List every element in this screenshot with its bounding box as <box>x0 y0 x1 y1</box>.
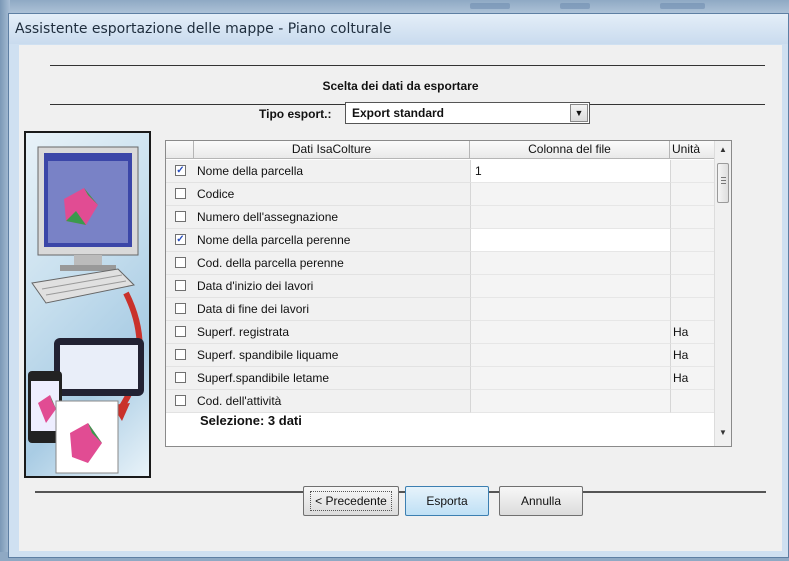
row-checkbox[interactable] <box>175 211 186 222</box>
row-file-column-input[interactable]: 1 <box>470 160 670 183</box>
table-row[interactable]: Cod. della parcella perenne <box>166 252 715 275</box>
row-unit: Ha <box>670 321 715 344</box>
row-file-column-input[interactable] <box>470 298 670 321</box>
scroll-down-icon[interactable]: ▼ <box>715 425 731 441</box>
table-row[interactable]: Codice <box>166 183 715 206</box>
selection-count: Selezione: 3 dati <box>200 413 302 428</box>
column-header-data[interactable]: Dati IsaColture <box>194 141 470 159</box>
row-checkbox-cell <box>166 206 194 229</box>
row-unit <box>670 252 715 275</box>
row-file-column-input[interactable] <box>470 252 670 275</box>
row-data-name: Superf.spandibile letame <box>194 367 470 390</box>
export-button[interactable]: Esporta <box>405 486 489 516</box>
cancel-button[interactable]: Annulla <box>499 486 583 516</box>
export-type-value: Export standard <box>352 106 445 120</box>
scrollbar-thumb[interactable] <box>717 163 729 203</box>
export-button-label: Esporta <box>426 494 468 508</box>
row-checkbox[interactable] <box>175 303 186 314</box>
checkbox-checked-icon[interactable]: ✓ <box>175 165 186 176</box>
section-title: Scelta dei dati da esportare <box>322 79 479 93</box>
data-grid: Dati IsaColture Colonna del file Unità ✓… <box>165 140 732 447</box>
row-checkbox-cell <box>166 252 194 275</box>
row-file-column-input[interactable] <box>470 321 670 344</box>
row-data-name: Numero dell'assegnazione <box>194 206 470 229</box>
row-data-name: Nome della parcella perenne <box>194 229 470 252</box>
row-unit: Ha <box>670 367 715 390</box>
footer-divider <box>35 491 766 493</box>
checkbox-checked-icon[interactable]: ✓ <box>175 234 186 245</box>
table-row[interactable]: Superf.spandibile letame Ha <box>166 367 715 390</box>
row-checkbox-cell <box>166 367 194 390</box>
dialog-client-area: Scelta dei dati da esportare Tipo esport… <box>19 45 782 551</box>
row-data-name: Nome della parcella <box>194 160 470 183</box>
row-unit <box>670 229 715 252</box>
table-row[interactable]: Data d'inizio dei lavori <box>166 275 715 298</box>
row-file-column-input[interactable] <box>470 183 670 206</box>
row-unit <box>670 390 715 413</box>
row-data-name: Data di fine dei lavori <box>194 298 470 321</box>
row-unit <box>670 275 715 298</box>
previous-button-label: < Precedente <box>310 491 392 511</box>
row-data-name: Codice <box>194 183 470 206</box>
column-header-unit[interactable]: Unità <box>670 141 715 159</box>
table-row[interactable]: Numero dell'assegnazione <box>166 206 715 229</box>
row-checkbox[interactable] <box>175 395 186 406</box>
cancel-button-label: Annulla <box>520 494 562 508</box>
row-checkbox-cell <box>166 344 194 367</box>
vertical-scrollbar[interactable]: ▲ ▼ <box>714 141 731 446</box>
row-unit <box>670 183 715 206</box>
row-data-name: Data d'inizio dei lavori <box>194 275 470 298</box>
titlebar[interactable]: Assistente esportazione delle mappe - Pi… <box>9 14 788 44</box>
row-file-column-input[interactable] <box>470 390 670 413</box>
header-top-divider <box>50 65 765 66</box>
row-checkbox-cell <box>166 275 194 298</box>
row-checkbox-cell <box>166 390 194 413</box>
row-file-column-input[interactable] <box>470 229 670 252</box>
table-row[interactable]: Data di fine dei lavori <box>166 298 715 321</box>
previous-button[interactable]: < Precedente <box>303 486 399 516</box>
column-header-checkbox <box>166 141 194 159</box>
row-data-name: Cod. della parcella perenne <box>194 252 470 275</box>
row-checkbox[interactable] <box>175 280 186 291</box>
row-checkbox-cell <box>166 321 194 344</box>
row-checkbox[interactable] <box>175 326 186 337</box>
table-row[interactable]: ✓ Nome della parcella 1 <box>166 160 715 183</box>
row-checkbox-cell: ✓ <box>166 160 194 183</box>
row-checkbox[interactable] <box>175 349 186 360</box>
row-unit: Ha <box>670 344 715 367</box>
row-file-column-input[interactable] <box>470 206 670 229</box>
export-type-select[interactable]: Export standard ▼ <box>345 102 590 124</box>
row-data-name: Superf. registrata <box>194 321 470 344</box>
row-file-column-input[interactable] <box>470 275 670 298</box>
table-row[interactable]: Superf. spandibile liquame Ha <box>166 344 715 367</box>
row-data-name: Cod. dell'attività <box>194 390 470 413</box>
export-type-label: Tipo esport.: <box>259 107 332 121</box>
row-unit <box>670 298 715 321</box>
scroll-up-icon[interactable]: ▲ <box>715 142 731 158</box>
computer-illustration <box>24 131 151 478</box>
row-checkbox-cell: ✓ <box>166 229 194 252</box>
row-file-column-input[interactable] <box>470 344 670 367</box>
row-checkbox-cell <box>166 298 194 321</box>
row-unit <box>670 206 715 229</box>
column-header-file-column[interactable]: Colonna del file <box>470 141 670 159</box>
table-row[interactable]: Superf. registrata Ha <box>166 321 715 344</box>
row-data-name: Superf. spandibile liquame <box>194 344 470 367</box>
row-checkbox-cell <box>166 183 194 206</box>
row-checkbox[interactable] <box>175 257 186 268</box>
row-checkbox[interactable] <box>175 372 186 383</box>
row-checkbox[interactable] <box>175 188 186 199</box>
table-row[interactable]: ✓ Nome della parcella perenne <box>166 229 715 252</box>
row-file-column-input[interactable] <box>470 367 670 390</box>
row-unit <box>670 160 715 183</box>
window-title: Assistente esportazione delle mappe - Pi… <box>15 21 392 37</box>
table-row[interactable]: Cod. dell'attività <box>166 390 715 413</box>
export-wizard-window: Assistente esportazione delle mappe - Pi… <box>8 13 789 558</box>
dropdown-arrow-icon[interactable]: ▼ <box>570 104 588 122</box>
